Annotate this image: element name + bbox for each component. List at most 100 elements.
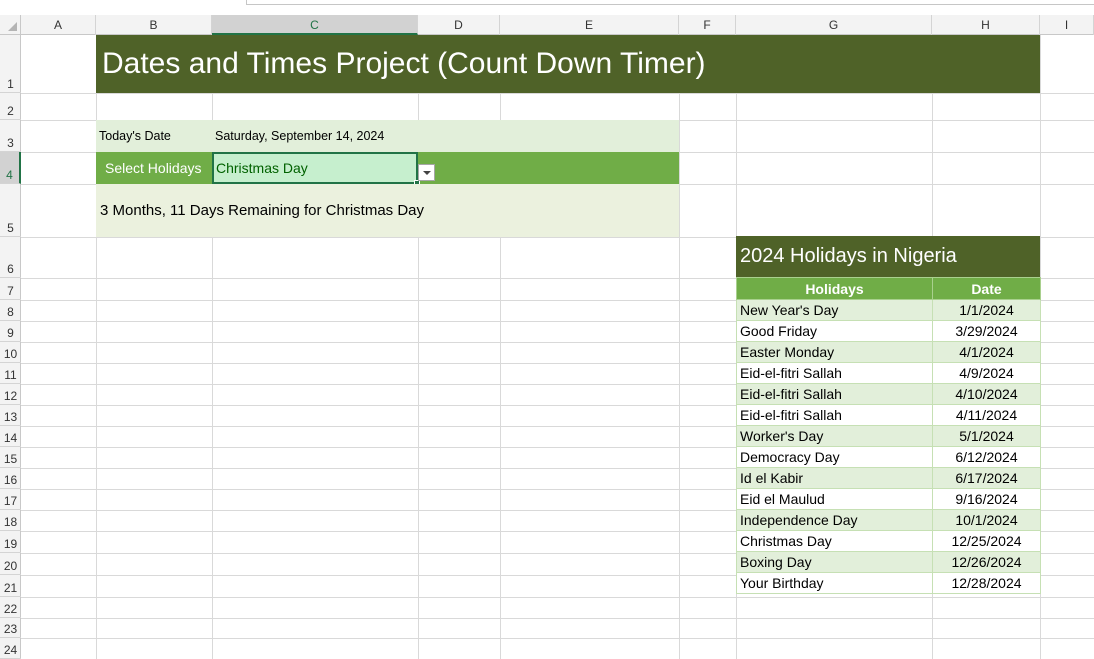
grid-line bbox=[21, 638, 1094, 639]
column-header-g[interactable]: G bbox=[736, 15, 932, 35]
table-row: Eid-el-fitri Sallah 4/11/2024 bbox=[736, 404, 1041, 426]
holiday-date[interactable]: 4/11/2024 bbox=[932, 404, 1041, 426]
table-row: Eid-el-fitri Sallah 4/10/2024 bbox=[736, 383, 1041, 405]
todays-date-value[interactable]: Saturday, September 14, 2024 bbox=[215, 129, 384, 143]
holiday-name[interactable]: Easter Monday bbox=[736, 341, 933, 363]
holiday-date[interactable]: 6/12/2024 bbox=[932, 446, 1041, 468]
row-header[interactable]: 12 bbox=[0, 384, 21, 405]
holidays-table: Holidays Date New Year's Day 1/1/2024 Goo… bbox=[736, 277, 1041, 594]
holiday-name[interactable]: Id el Kabir bbox=[736, 467, 933, 489]
row-header[interactable]: 20 bbox=[0, 553, 21, 575]
holiday-select-cell[interactable]: Christmas Day bbox=[212, 152, 418, 184]
table-row: Good Friday 3/29/2024 bbox=[736, 320, 1041, 342]
todays-date-row: Today's Date Saturday, September 14, 202… bbox=[96, 120, 679, 152]
select-holiday-row: Select Holidays Christmas Day bbox=[96, 152, 679, 186]
row-header[interactable]: 5 bbox=[0, 184, 21, 237]
dropdown-button[interactable] bbox=[418, 164, 435, 181]
row-headers: 1 2 3 4 5 6 7 8 9 10 11 12 13 14 15 16 1… bbox=[0, 35, 21, 659]
grid-line bbox=[21, 597, 1094, 598]
column-header-c[interactable]: C bbox=[212, 15, 418, 35]
row-header[interactable]: 9 bbox=[0, 321, 21, 342]
holiday-date[interactable]: 12/28/2024 bbox=[932, 572, 1041, 594]
table-row: New Year's Day 1/1/2024 bbox=[736, 299, 1041, 321]
column-header-a[interactable]: A bbox=[21, 15, 96, 35]
select-holidays-label: Select Holidays bbox=[105, 160, 202, 176]
select-all-corner[interactable] bbox=[0, 15, 21, 35]
holiday-date[interactable]: 3/29/2024 bbox=[932, 320, 1041, 342]
table-row: Christmas Day 12/25/2024 bbox=[736, 530, 1041, 552]
holiday-date[interactable]: 4/1/2024 bbox=[932, 341, 1041, 363]
table-row: Eid-el-fitri Sallah 4/9/2024 bbox=[736, 362, 1041, 384]
holiday-name[interactable]: Worker's Day bbox=[736, 425, 933, 447]
holiday-name[interactable]: Eid-el-fitri Sallah bbox=[736, 404, 933, 426]
holiday-name[interactable]: Independence Day bbox=[736, 509, 933, 531]
row-header[interactable]: 21 bbox=[0, 575, 21, 597]
row-header[interactable]: 16 bbox=[0, 468, 21, 489]
row-header[interactable]: 18 bbox=[0, 510, 21, 531]
column-header-b[interactable]: B bbox=[96, 15, 212, 35]
row-header[interactable]: 11 bbox=[0, 363, 21, 384]
holiday-name[interactable]: Boxing Day bbox=[736, 551, 933, 573]
holiday-name[interactable]: Christmas Day bbox=[736, 530, 933, 552]
holiday-name[interactable]: New Year's Day bbox=[736, 299, 933, 321]
holiday-date[interactable]: 12/25/2024 bbox=[932, 530, 1041, 552]
table-row: Worker's Day 5/1/2024 bbox=[736, 425, 1041, 447]
row-header[interactable]: 17 bbox=[0, 489, 21, 510]
holiday-date[interactable]: 6/17/2024 bbox=[932, 467, 1041, 489]
grid-line bbox=[679, 35, 680, 659]
formula-bar-strip bbox=[0, 0, 1094, 15]
holiday-name[interactable]: Good Friday bbox=[736, 320, 933, 342]
column-header-f[interactable]: F bbox=[679, 15, 736, 35]
row-header[interactable]: 4 bbox=[0, 152, 21, 184]
row-header[interactable]: 13 bbox=[0, 405, 21, 426]
row-header[interactable]: 2 bbox=[0, 93, 21, 120]
holiday-name[interactable]: Eid-el-fitri Sallah bbox=[736, 383, 933, 405]
chevron-down-icon bbox=[423, 171, 431, 175]
row-header[interactable]: 23 bbox=[0, 618, 21, 638]
table-row: Easter Monday 4/1/2024 bbox=[736, 341, 1041, 363]
row-header[interactable]: 22 bbox=[0, 597, 21, 618]
row-header[interactable]: 8 bbox=[0, 300, 21, 321]
column-headers: A B C D E F G H I bbox=[0, 15, 1094, 35]
table-header-row: Holidays Date bbox=[736, 277, 1041, 300]
row-header[interactable]: 10 bbox=[0, 342, 21, 363]
countdown-result[interactable]: 3 Months, 11 Days Remaining for Christma… bbox=[96, 184, 679, 237]
column-header-h[interactable]: H bbox=[932, 15, 1040, 35]
row-header[interactable]: 6 bbox=[0, 237, 21, 278]
column-header-e[interactable]: E bbox=[500, 15, 679, 35]
holiday-date[interactable]: 4/9/2024 bbox=[932, 362, 1041, 384]
holiday-name[interactable]: Eid-el-fitri Sallah bbox=[736, 362, 933, 384]
select-all-triangle-icon bbox=[8, 22, 17, 31]
table-row: Your Birthday 12/28/2024 bbox=[736, 572, 1041, 594]
formula-bar-edge[interactable] bbox=[246, 0, 1094, 5]
holiday-name[interactable]: Your Birthday bbox=[736, 572, 933, 594]
row-header[interactable]: 1 bbox=[0, 35, 21, 93]
header-date[interactable]: Date bbox=[932, 277, 1041, 300]
holiday-date[interactable]: 1/1/2024 bbox=[932, 299, 1041, 321]
table-row: Id el Kabir 6/17/2024 bbox=[736, 467, 1041, 489]
holiday-date[interactable]: 4/10/2024 bbox=[932, 383, 1041, 405]
row-header[interactable]: 3 bbox=[0, 120, 21, 152]
row-header[interactable]: 7 bbox=[0, 278, 21, 300]
todays-date-label: Today's Date bbox=[99, 129, 171, 143]
table-row: Eid el Maulud 9/16/2024 bbox=[736, 488, 1041, 510]
holiday-date[interactable]: 9/16/2024 bbox=[932, 488, 1041, 510]
grid-line bbox=[21, 93, 1094, 94]
page-title: Dates and Times Project (Count Down Time… bbox=[96, 35, 1040, 93]
holiday-date[interactable]: 10/1/2024 bbox=[932, 509, 1041, 531]
row-header[interactable]: 24 bbox=[0, 638, 21, 659]
table-row: Boxing Day 12/26/2024 bbox=[736, 551, 1041, 573]
table-row: Independence Day 10/1/2024 bbox=[736, 509, 1041, 531]
holiday-name[interactable]: Eid el Maulud bbox=[736, 488, 933, 510]
grid-line bbox=[21, 618, 1094, 619]
column-header-i[interactable]: I bbox=[1040, 15, 1094, 35]
header-holidays[interactable]: Holidays bbox=[736, 277, 933, 300]
row-header[interactable]: 19 bbox=[0, 531, 21, 553]
holiday-date[interactable]: 5/1/2024 bbox=[932, 425, 1041, 447]
row-header[interactable]: 15 bbox=[0, 447, 21, 468]
holidays-table-title: 2024 Holidays in Nigeria bbox=[736, 236, 1040, 277]
holiday-name[interactable]: Democracy Day bbox=[736, 446, 933, 468]
column-header-d[interactable]: D bbox=[418, 15, 500, 35]
holiday-date[interactable]: 12/26/2024 bbox=[932, 551, 1041, 573]
row-header[interactable]: 14 bbox=[0, 426, 21, 447]
